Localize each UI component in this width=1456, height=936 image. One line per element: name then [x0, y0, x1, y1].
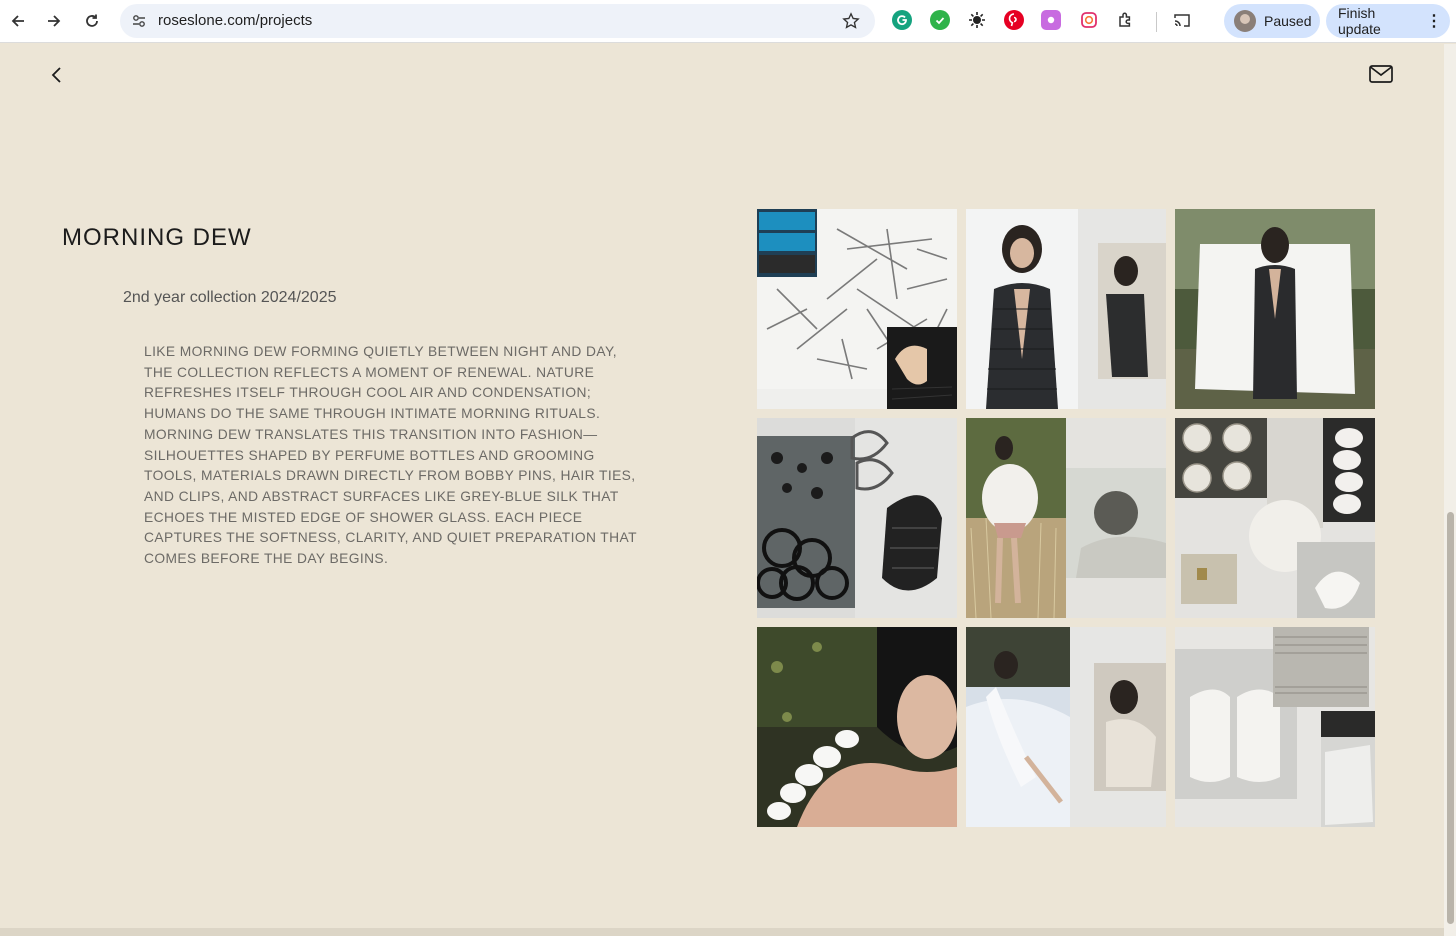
pinterest-icon[interactable] [1004, 10, 1024, 30]
address-bar[interactable]: roseslone.com/projects [120, 4, 875, 38]
app-icon[interactable] [1041, 10, 1061, 30]
page-title: MORNING DEW [62, 224, 252, 251]
grammarly-icon[interactable] [892, 10, 912, 30]
forward-arrow-icon[interactable] [39, 6, 69, 36]
profile-status-label: Paused [1264, 13, 1312, 29]
sun-icon[interactable] [967, 10, 987, 30]
kebab-menu-icon[interactable]: ⋮ [1426, 11, 1442, 31]
gallery-image-shoulder-piece[interactable] [757, 627, 957, 827]
bottom-strip [0, 928, 1444, 936]
scrollbar-thumb[interactable] [1447, 512, 1454, 924]
puzzle-icon[interactable] [1116, 10, 1136, 30]
back-chevron-icon[interactable] [44, 62, 70, 88]
cast-icon[interactable] [1172, 10, 1192, 30]
finish-update-label: Finish update [1338, 5, 1381, 37]
gallery-image-dress-outdoor[interactable] [1175, 209, 1375, 409]
bookmark-star-icon[interactable] [839, 9, 863, 33]
gallery-image-knit-samples[interactable] [1175, 627, 1375, 827]
finish-update-button[interactable]: Finish update ⋮ [1326, 4, 1450, 38]
gallery-image-bobby-pins[interactable] [757, 209, 957, 409]
back-arrow-icon[interactable] [3, 6, 33, 36]
gallery-image-black-dress-front[interactable] [966, 209, 1166, 409]
browser-toolbar: roseslone.com/projects Paused Finish upd… [0, 0, 1456, 43]
gallery-image-yarn[interactable] [1175, 418, 1375, 618]
mail-icon[interactable] [1368, 63, 1394, 85]
url-text[interactable]: roseslone.com/projects [158, 12, 312, 29]
avatar [1234, 10, 1256, 32]
gallery-image-white-dress-field[interactable] [966, 418, 1166, 618]
gallery-grid [757, 209, 1375, 827]
reload-icon[interactable] [77, 6, 107, 36]
site-settings-icon[interactable] [128, 10, 150, 32]
check-icon[interactable] [930, 10, 950, 30]
profile-button[interactable]: Paused [1224, 4, 1320, 38]
instagram-icon[interactable] [1079, 10, 1099, 30]
collection-description: LIKE MORNING DEW FORMING QUIETLY BETWEEN… [144, 344, 637, 567]
gallery-image-hair-ties[interactable] [757, 418, 957, 618]
collection-subtitle: 2nd year collection 2024/2025 [123, 289, 337, 306]
gallery-image-white-sheets[interactable] [966, 627, 1166, 827]
toolbar-divider [1156, 12, 1157, 32]
